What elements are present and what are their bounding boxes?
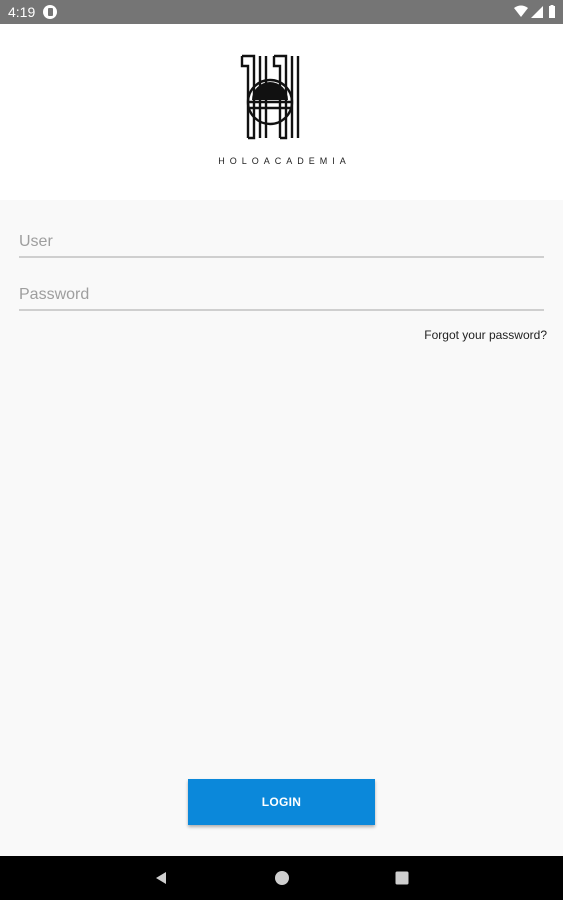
status-icons: [513, 5, 557, 19]
battery-icon: [549, 5, 555, 18]
password-field[interactable]: [19, 281, 544, 311]
logo-text: HOLOACADEMIA: [218, 156, 351, 166]
password-input[interactable]: [19, 281, 544, 309]
login-button[interactable]: LOGIN: [188, 779, 375, 825]
navigation-bar: [0, 856, 563, 900]
holoacademia-logo: [240, 54, 300, 140]
user-input[interactable]: [19, 228, 544, 256]
header: HOLOACADEMIA: [0, 24, 563, 200]
status-time: 4:19: [8, 4, 36, 20]
forgot-password-link[interactable]: Forgot your password?: [424, 328, 547, 342]
notification-icon: [43, 5, 57, 19]
wifi-icon: [514, 5, 528, 17]
home-icon[interactable]: [274, 870, 290, 886]
signal-icon: [531, 6, 543, 18]
user-field[interactable]: [19, 228, 544, 258]
recents-icon[interactable]: [394, 870, 410, 886]
status-bar: 4:19: [0, 0, 563, 24]
back-icon[interactable]: [153, 870, 169, 886]
login-screen: 4:19 HOLOACADEMIA User Forgot your passw…: [0, 0, 563, 900]
